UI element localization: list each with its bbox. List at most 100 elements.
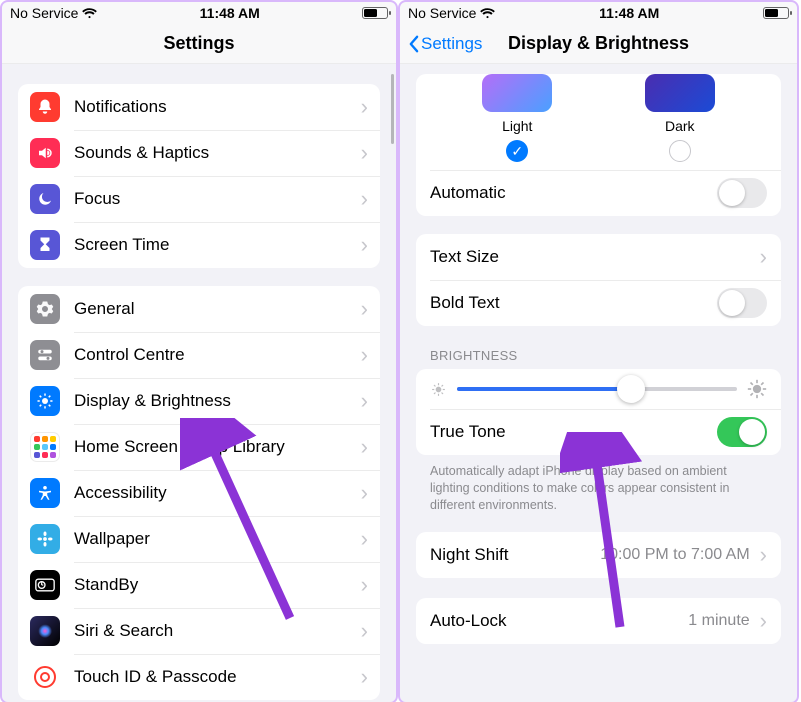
settings-row-label: General (74, 299, 355, 319)
appearance-label: Dark (665, 118, 695, 134)
nightshift-group: Night Shift 10:00 PM to 7:00 AM › (416, 532, 781, 578)
carrier-text: No Service (408, 5, 476, 21)
appearance-label: Light (502, 118, 532, 134)
appearance-dark-option[interactable]: Dark (645, 78, 715, 162)
app-grid-icon (30, 432, 60, 462)
settings-group-2: General › Control Centre › Display & Bri… (18, 286, 380, 700)
chevron-right-icon: › (361, 94, 368, 120)
settings-group-1: Notifications › Sounds & Haptics › Focus… (18, 84, 380, 268)
clock-icon (30, 570, 60, 600)
siri-icon (30, 616, 60, 646)
settings-row-display-brightness[interactable]: Display & Brightness › (18, 378, 380, 424)
settings-row-label: Wallpaper (74, 529, 355, 549)
brightness-header: BRIGHTNESS (430, 348, 767, 363)
sun-small-icon (430, 381, 447, 398)
hourglass-icon (30, 230, 60, 260)
battery-icon (763, 7, 789, 19)
row-label: Auto-Lock (430, 611, 507, 631)
display-brightness-screen: No Service 11:48 AM Settings Display & B… (400, 2, 797, 702)
settings-row-control-centre[interactable]: Control Centre › (18, 332, 380, 378)
chevron-right-icon: › (361, 140, 368, 166)
settings-row-label: Accessibility (74, 483, 355, 503)
automatic-row[interactable]: Automatic (416, 170, 781, 216)
chevron-right-icon: › (760, 244, 767, 270)
settings-row-sounds[interactable]: Sounds & Haptics › (18, 130, 380, 176)
chevron-left-icon (408, 35, 419, 53)
row-label: True Tone (430, 422, 506, 442)
nightshift-row[interactable]: Night Shift 10:00 PM to 7:00 AM › (416, 532, 781, 578)
wifi-icon (480, 8, 495, 19)
gear-icon (30, 294, 60, 324)
chevron-right-icon: › (361, 664, 368, 690)
settings-row-focus[interactable]: Focus › (18, 176, 380, 222)
settings-row-label: Touch ID & Passcode (74, 667, 355, 687)
settings-row-label: Sounds & Haptics (74, 143, 355, 163)
row-label: Bold Text (430, 293, 500, 313)
brightness-slider[interactable] (457, 387, 737, 391)
chevron-right-icon: › (760, 608, 767, 634)
bold-text-toggle[interactable] (717, 288, 767, 318)
settings-row-screentime[interactable]: Screen Time › (18, 222, 380, 268)
radio-checked-icon: ✓ (506, 140, 528, 162)
brightness-slider-row[interactable] (416, 369, 781, 409)
chevron-right-icon: › (361, 186, 368, 212)
settings-row-label: Home Screen & App Library (74, 437, 355, 457)
accessibility-icon (30, 478, 60, 508)
display-content: Light ✓ Dark Automatic Text Size › (400, 64, 797, 702)
settings-row-homescreen[interactable]: Home Screen & App Library › (18, 424, 380, 470)
autolock-group: Auto-Lock 1 minute › (416, 598, 781, 644)
settings-row-siri[interactable]: Siri & Search › (18, 608, 380, 654)
brightness-group: True Tone (416, 369, 781, 455)
clock-text: 11:48 AM (200, 5, 260, 21)
status-bar: No Service 11:48 AM (400, 2, 797, 24)
chevron-right-icon: › (361, 296, 368, 322)
chevron-right-icon: › (361, 232, 368, 258)
settings-row-accessibility[interactable]: Accessibility › (18, 470, 380, 516)
back-button[interactable]: Settings (408, 34, 482, 54)
appearance-group: Light ✓ Dark Automatic (416, 74, 781, 216)
truetone-row[interactable]: True Tone (416, 409, 781, 455)
settings-row-label: StandBy (74, 575, 355, 595)
text-size-row[interactable]: Text Size › (416, 234, 781, 280)
truetone-toggle[interactable] (717, 417, 767, 447)
truetone-footnote: Automatically adapt iPhone display based… (430, 463, 767, 514)
text-group: Text Size › Bold Text (416, 234, 781, 326)
settings-row-touchid[interactable]: Touch ID & Passcode › (18, 654, 380, 700)
row-label: Automatic (430, 183, 506, 203)
settings-row-label: Display & Brightness (74, 391, 355, 411)
status-bar: No Service 11:48 AM (2, 2, 396, 24)
settings-content: Notifications › Sounds & Haptics › Focus… (2, 64, 396, 702)
toggles-icon (30, 340, 60, 370)
scroll-indicator[interactable] (391, 74, 394, 144)
chevron-right-icon: › (361, 618, 368, 644)
chevron-right-icon: › (361, 480, 368, 506)
dark-preview-icon (645, 74, 715, 112)
nightshift-value: 10:00 PM to 7:00 AM (600, 546, 749, 564)
bell-icon (30, 92, 60, 122)
settings-screen: No Service 11:48 AM Settings Notificatio… (2, 2, 396, 702)
settings-row-standby[interactable]: StandBy › (18, 562, 380, 608)
row-label: Night Shift (430, 545, 508, 565)
settings-row-label: Focus (74, 189, 355, 209)
settings-row-notifications[interactable]: Notifications › (18, 84, 380, 130)
sun-large-icon (747, 379, 767, 399)
settings-row-wallpaper[interactable]: Wallpaper › (18, 516, 380, 562)
automatic-toggle[interactable] (717, 178, 767, 208)
wifi-icon (82, 8, 97, 19)
settings-row-label: Screen Time (74, 235, 355, 255)
clock-text: 11:48 AM (599, 5, 659, 21)
chevron-right-icon: › (760, 542, 767, 568)
bold-text-row[interactable]: Bold Text (416, 280, 781, 326)
chevron-right-icon: › (361, 572, 368, 598)
battery-icon (362, 7, 388, 19)
sun-icon (30, 386, 60, 416)
page-title: Settings (163, 33, 234, 54)
autolock-row[interactable]: Auto-Lock 1 minute › (416, 598, 781, 644)
autolock-value: 1 minute (688, 612, 749, 630)
speaker-icon (30, 138, 60, 168)
chevron-right-icon: › (361, 388, 368, 414)
settings-row-general[interactable]: General › (18, 286, 380, 332)
appearance-light-option[interactable]: Light ✓ (482, 78, 552, 162)
row-label: Text Size (430, 247, 499, 267)
light-preview-icon (482, 74, 552, 112)
